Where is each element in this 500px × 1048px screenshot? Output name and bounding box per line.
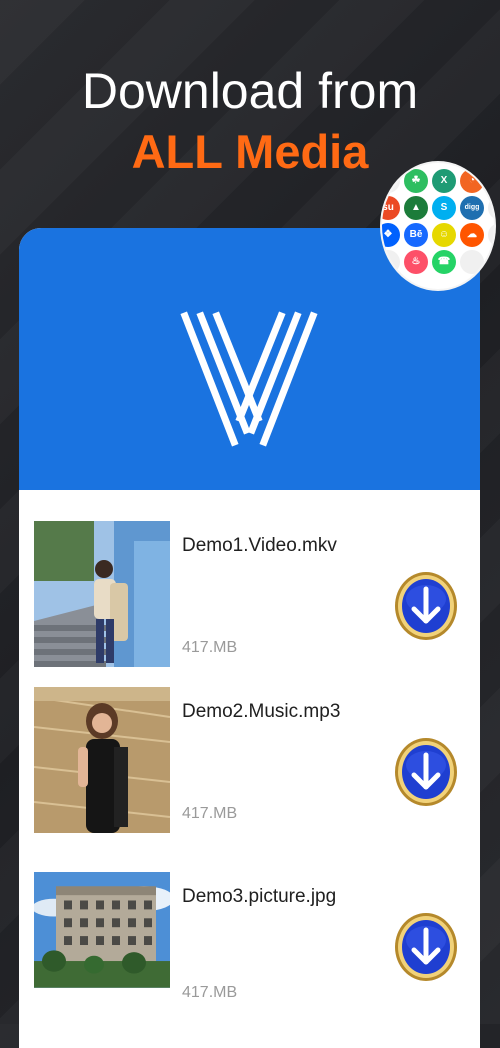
app-logo-icon xyxy=(180,311,318,447)
placeholder-icon xyxy=(488,223,494,247)
evernote-icon: ☘ xyxy=(404,169,428,193)
xing-icon: X xyxy=(432,169,456,193)
placeholder-icon xyxy=(488,196,494,220)
stumbleupon-icon: su xyxy=(382,196,400,220)
social-media-badge: ☘ X ◔ su ▲ Sdigg ❖ Bē ☺ ☁ ♨ ☎ xyxy=(382,163,494,289)
file-name: Demo3.picture.jpg xyxy=(182,886,337,907)
app-preview: Demo1.Video.mkv 417.MB Demo2.Music.mp3 4… xyxy=(19,228,480,1048)
social-icons-grid: ☘ X ◔ su ▲ Sdigg ❖ Bē ☺ ☁ ♨ ☎ xyxy=(382,169,494,274)
arrow-icon: ▲ xyxy=(404,196,428,220)
snapchat-icon: ☺ xyxy=(432,223,456,247)
whatsapp-icon: ☎ xyxy=(432,250,456,274)
soundcloud-icon: ☁ xyxy=(460,223,484,247)
download-button[interactable] xyxy=(394,737,458,807)
thumbnail-image xyxy=(34,872,170,988)
file-size: 417.MB xyxy=(182,805,238,822)
download-item[interactable]: Demo1.Video.mkv 417.MB xyxy=(19,521,480,671)
thumbnail-image xyxy=(34,521,170,667)
tinder-icon: ♨ xyxy=(404,250,428,274)
placeholder-icon xyxy=(460,250,484,274)
dropbox-icon: ❖ xyxy=(382,223,400,247)
headline-line-1: Download from xyxy=(81,63,419,119)
placeholder-icon xyxy=(488,169,494,193)
thumbnail-image xyxy=(34,687,170,833)
download-item[interactable]: Demo2.Music.mp3 417.MB xyxy=(19,687,480,837)
download-button[interactable] xyxy=(394,571,458,641)
placeholder-icon xyxy=(382,169,400,193)
file-size: 417.MB xyxy=(182,984,238,1001)
placeholder-icon xyxy=(382,250,400,274)
file-name: Demo2.Music.mp3 xyxy=(182,701,341,722)
download-button[interactable] xyxy=(394,912,458,982)
download-item[interactable]: Demo3.picture.jpg 417.MB xyxy=(19,872,480,1022)
promo-headline: Download from ALL Media xyxy=(0,62,500,180)
skype-icon: S xyxy=(432,196,456,220)
file-size: 417.MB xyxy=(182,639,238,656)
placeholder-icon xyxy=(488,250,494,274)
behance-icon: Bē xyxy=(404,223,428,247)
file-name: Demo1.Video.mkv xyxy=(182,535,337,556)
rss-icon: ◔ xyxy=(460,169,484,193)
digg-icon: digg xyxy=(460,196,484,220)
